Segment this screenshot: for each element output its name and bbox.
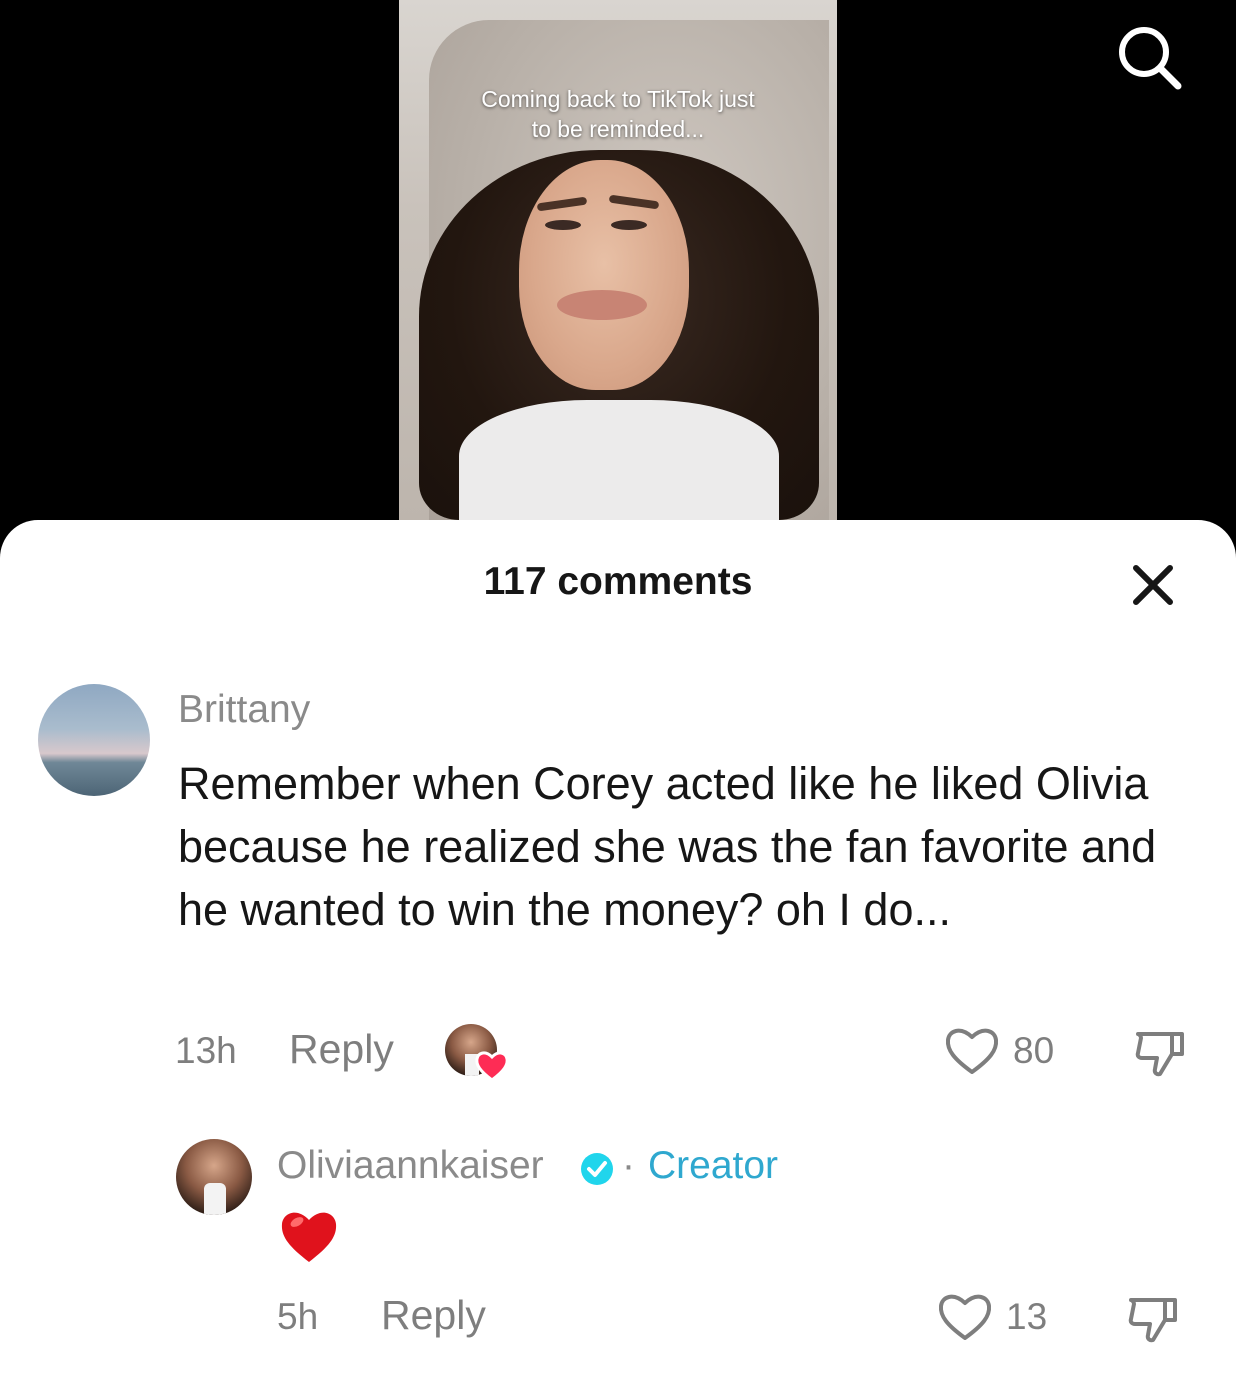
avatar[interactable] [38, 684, 150, 796]
search-icon [1119, 27, 1182, 90]
video-eye-right [611, 220, 647, 230]
like-count: 13 [1006, 1296, 1048, 1337]
creator-badge: Creator [648, 1144, 779, 1187]
video-subject-lips [557, 290, 647, 320]
dislike-button[interactable] [1125, 1290, 1181, 1346]
liked-by-creator-badge [445, 1024, 509, 1082]
username-separator: · [622, 1144, 635, 1187]
red-heart-emoji [281, 1212, 337, 1262]
close-icon [1133, 565, 1173, 605]
comment-text: Remember when Corey acted like he liked … [178, 758, 1157, 935]
heart-outline-icon [938, 1294, 992, 1340]
video-eye-left [545, 220, 581, 230]
comment-username[interactable]: Brittany [178, 688, 310, 732]
like-button[interactable] [937, 1292, 993, 1342]
thumbs-down-icon [1135, 1032, 1184, 1077]
like-count: 80 [1013, 1030, 1055, 1071]
heart-outline-icon [945, 1028, 999, 1074]
verified-badge-icon [581, 1153, 613, 1185]
video-caption-line1: Coming back to TikTok just [481, 86, 755, 112]
video-caption: Coming back to TikTok just to be reminde… [399, 84, 837, 144]
thumbs-down-icon [1128, 1298, 1177, 1343]
liked-heart-icon [475, 1051, 509, 1082]
video-player[interactable]: Coming back to TikTok just to be reminde… [399, 0, 837, 520]
reply-time: 5h [277, 1296, 319, 1337]
like-button[interactable] [944, 1026, 1000, 1076]
video-area[interactable]: Coming back to TikTok just to be reminde… [0, 0, 1236, 560]
comments-count-title: 117 comments [483, 560, 753, 603]
search-button[interactable] [1110, 18, 1186, 94]
comment-time: 13h [175, 1030, 237, 1071]
comments-sheet: 117 comments Brittany Remember when Core… [0, 520, 1236, 1383]
video-subject-face [519, 160, 689, 390]
reply-button[interactable]: Reply [289, 1026, 394, 1073]
video-subject-shirt [459, 400, 779, 520]
close-button[interactable] [1128, 560, 1178, 610]
video-caption-line2: to be reminded... [531, 116, 705, 142]
reply-username[interactable]: Oliviaannkaiser [277, 1144, 544, 1188]
reply-button[interactable]: Reply [381, 1292, 486, 1339]
dislike-button[interactable] [1132, 1024, 1188, 1080]
avatar[interactable] [176, 1139, 252, 1215]
